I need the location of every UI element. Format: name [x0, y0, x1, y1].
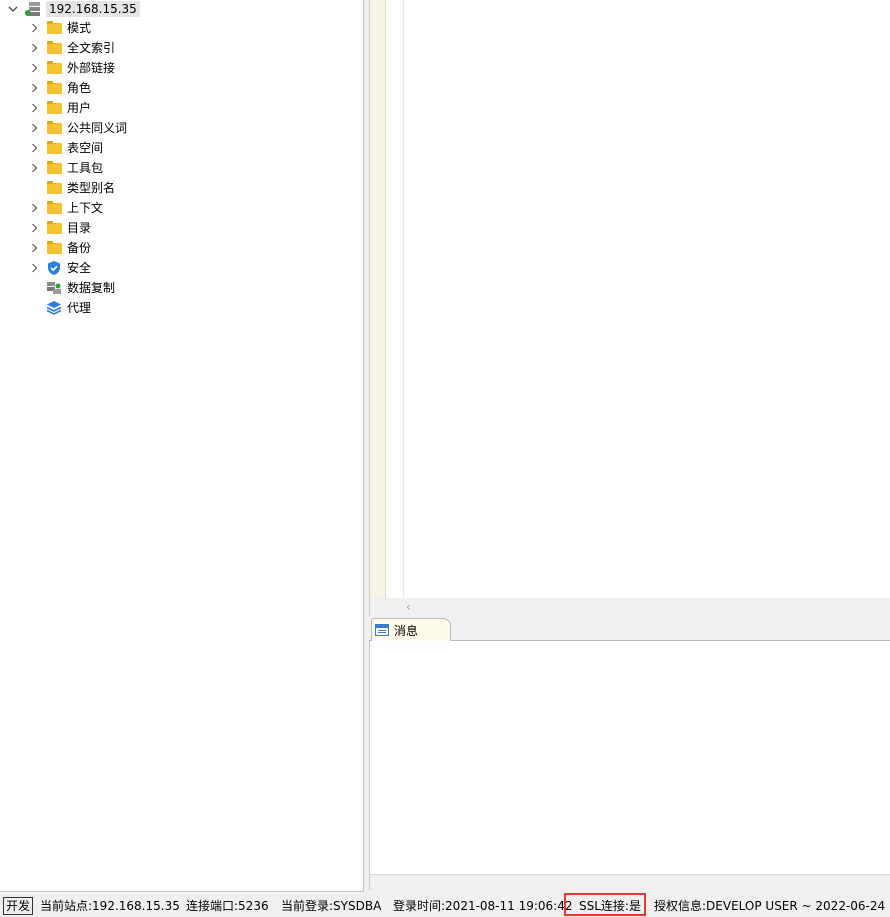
chevron-right-icon[interactable] — [28, 98, 40, 118]
chevron-right-icon[interactable] — [28, 238, 40, 258]
editor-gutter — [370, 0, 386, 598]
status-bar: 开发 当前站点:192.168.15.35 连接端口:5236 当前登录:SYS… — [0, 893, 890, 917]
folder-icon — [46, 120, 62, 136]
chevron-right-icon[interactable] — [28, 198, 40, 218]
status-login-time: 登录时间:2021-08-11 19:06:42 — [393, 899, 573, 913]
tree-children: 模式全文索引外部链接角色用户公共同义词表空间工具包类型别名上下文目录备份安全数据… — [0, 18, 360, 318]
folder-icon — [46, 20, 62, 36]
status-license: 授权信息:DEVELOP USER ~ 2022-06-24 — [654, 899, 886, 913]
tree-item-label: 全文索引 — [67, 41, 116, 55]
scroll-left-icon[interactable]: ‹ — [406, 598, 411, 616]
folder-icon — [46, 240, 62, 256]
tab-messages[interactable]: 消息 — [371, 618, 451, 641]
tree-item-label: 模式 — [67, 21, 92, 35]
tree-item[interactable]: 目录 — [0, 218, 360, 238]
result-tab-strip: 消息 — [369, 616, 890, 641]
tree-item-label: 数据复制 — [67, 281, 116, 295]
tree-item[interactable]: 角色 — [0, 78, 360, 98]
status-login-user: 当前登录:SYSDBA — [281, 899, 382, 913]
chevron-right-icon[interactable] — [28, 158, 40, 178]
tree-item-label: 上下文 — [67, 201, 104, 215]
tree-item-label: 工具包 — [67, 161, 104, 175]
folder-icon — [46, 60, 62, 76]
tree-item[interactable]: 模式 — [0, 18, 360, 38]
tree-item-label: 安全 — [67, 261, 92, 275]
message-icon — [375, 624, 389, 636]
folder-icon — [46, 160, 62, 176]
chevron-right-icon[interactable] — [28, 258, 40, 278]
tree-item-label: 表空间 — [67, 141, 104, 155]
folder-icon — [46, 220, 62, 236]
object-tree-panel[interactable]: 192.168.15.35 模式全文索引外部链接角色用户公共同义词表空间工具包类… — [0, 0, 364, 892]
sql-editor[interactable] — [369, 0, 890, 598]
tree-item[interactable]: 外部链接 — [0, 58, 360, 78]
tree-item-label: 公共同义词 — [67, 121, 128, 135]
tree-item[interactable]: 备份 — [0, 238, 360, 258]
status-mode-badge: 开发 — [3, 897, 34, 915]
shield-icon — [46, 260, 62, 276]
chevron-right-icon[interactable] — [28, 218, 40, 238]
messages-pane[interactable] — [369, 641, 890, 874]
tree-root-label[interactable]: 192.168.15.35 — [46, 1, 140, 17]
chevron-right-icon[interactable] — [28, 18, 40, 38]
replication-icon — [46, 280, 62, 296]
tree-item[interactable]: 表空间 — [0, 138, 360, 158]
status-ssl: SSL连接:是 — [579, 899, 641, 913]
chevron-right-icon[interactable] — [28, 58, 40, 78]
chevron-right-icon[interactable] — [28, 118, 40, 138]
folder-icon — [46, 40, 62, 56]
tree-item-label: 备份 — [67, 241, 92, 255]
folder-icon — [46, 200, 62, 216]
tree-item-label: 用户 — [67, 101, 92, 115]
tab-messages-label: 消息 — [394, 623, 419, 638]
tree-item-label: 代理 — [67, 301, 92, 315]
chevron-down-icon[interactable] — [6, 1, 20, 17]
chevron-right-icon[interactable] — [28, 138, 40, 158]
tree-item[interactable]: 上下文 — [0, 198, 360, 218]
tree-root-node[interactable]: 192.168.15.35 — [6, 0, 140, 18]
tree-item-label: 角色 — [67, 81, 92, 95]
chevron-right-icon[interactable] — [28, 78, 40, 98]
editor-horizontal-scrollbar[interactable]: ‹ — [369, 598, 890, 616]
layers-icon — [46, 300, 62, 316]
app-window: 192.168.15.35 模式全文索引外部链接角色用户公共同义词表空间工具包类… — [0, 0, 890, 917]
server-icon — [24, 1, 42, 17]
folder-icon — [46, 180, 62, 196]
folder-icon — [46, 140, 62, 156]
tree-item[interactable]: 用户 — [0, 98, 360, 118]
tree-item[interactable]: 全文索引 — [0, 38, 360, 58]
tree-item-label: 外部链接 — [67, 61, 116, 75]
folder-icon — [46, 80, 62, 96]
tree-item-label: 类型别名 — [67, 181, 116, 195]
editor-margin-line — [403, 0, 404, 598]
tree-item[interactable]: 代理 — [0, 298, 360, 318]
tree-item[interactable]: 数据复制 — [0, 278, 360, 298]
status-current-site: 当前站点:192.168.15.35 — [40, 899, 180, 913]
tree-item-label: 目录 — [67, 221, 92, 235]
messages-bottom-bar — [369, 874, 890, 890]
tree-item[interactable]: 安全 — [0, 258, 360, 278]
status-port: 连接端口:5236 — [186, 899, 269, 913]
tree-item[interactable]: 工具包 — [0, 158, 360, 178]
tree-item[interactable]: 类型别名 — [0, 178, 360, 198]
tree-item[interactable]: 公共同义词 — [0, 118, 360, 138]
chevron-right-icon[interactable] — [28, 38, 40, 58]
folder-icon — [46, 100, 62, 116]
